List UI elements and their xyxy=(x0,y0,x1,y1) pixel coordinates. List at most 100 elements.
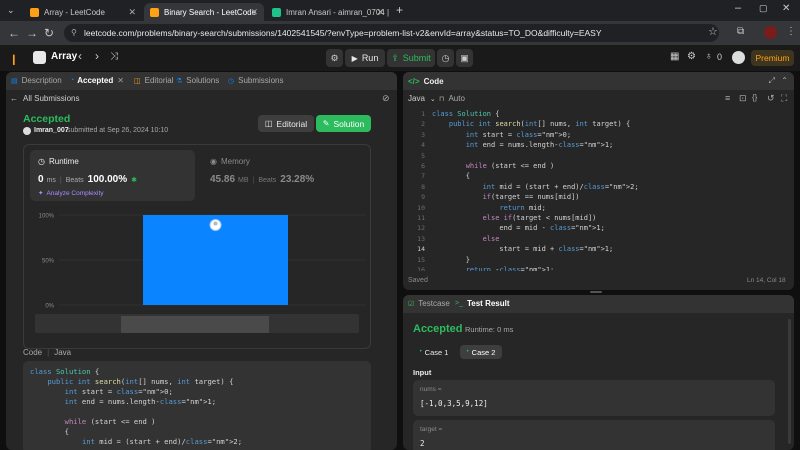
submitter-name[interactable]: Imran_007 xyxy=(34,127,69,134)
line-number: 14 xyxy=(417,245,425,254)
next-problem-icon[interactable]: › xyxy=(95,49,99,63)
new-tab-button[interactable]: + xyxy=(396,3,403,17)
line-number: 5 xyxy=(421,151,425,160)
notes-icon[interactable]: ▣ xyxy=(456,49,473,67)
braces-icon[interactable]: {} xyxy=(752,93,757,102)
range-slider-thumb[interactable] xyxy=(121,316,269,333)
tab-label: Testcase xyxy=(418,299,450,308)
language-select[interactable]: Java ⌄ xyxy=(408,94,436,103)
close-icon[interactable]: ✕ xyxy=(250,7,258,18)
memory-box[interactable]: ◉ Memory 45.86 MB | Beats 23.28% xyxy=(202,150,366,201)
profile-favicon xyxy=(272,7,281,17)
scrollbar[interactable] xyxy=(788,319,791,444)
memory-header: ◉ Memory xyxy=(210,157,250,166)
link-icon[interactable]: ⊘ xyxy=(382,93,390,104)
reset-icon[interactable]: ↺ xyxy=(767,93,775,104)
tab-test-result[interactable]: >_ Test Result xyxy=(455,299,510,308)
shuffle-icon[interactable]: ⤨ xyxy=(110,51,118,62)
editor-code-area[interactable]: 1 class Solution {2 public int search(int… xyxy=(403,109,794,271)
leetcode-top-nav: ꞁ Array ‹ › ⤨ ⚙ ▶ Run ⇪ Submit ◷ ▣ ▦ ⚙ ♁… xyxy=(0,45,800,71)
code-line: { xyxy=(432,172,470,181)
minimize-button[interactable]: – xyxy=(735,2,741,14)
extensions-icon[interactable]: ⧉ xyxy=(737,26,744,37)
divider: | xyxy=(47,348,50,357)
runtime-beats: 100.00% xyxy=(87,174,128,185)
browser-menu-icon[interactable]: ⋮ xyxy=(786,26,796,37)
solution-label: Solution xyxy=(333,118,365,129)
browser-tab-profile[interactable]: Imran Ansari - aimran_0704 | H ✕ xyxy=(266,3,390,21)
editorial-label: Editorial xyxy=(276,118,308,129)
settings-gear-icon[interactable]: ⚙ xyxy=(687,51,696,62)
reload-icon[interactable]: ↻ xyxy=(44,26,54,40)
close-icon[interactable]: ✕ xyxy=(376,7,384,18)
debug-button[interactable]: ⚙ xyxy=(326,49,343,67)
case-label: Case 1 xyxy=(424,347,449,357)
code-brackets-icon: </> xyxy=(408,76,420,86)
close-icon[interactable]: ✕ xyxy=(128,7,136,18)
bookmark-icon[interactable]: ⊡ xyxy=(739,93,747,104)
run-button[interactable]: ▶ Run xyxy=(345,49,385,67)
tab-search-icon[interactable]: ⌄ xyxy=(7,5,15,16)
stats-card: ◷ Runtime 0 ms | Beats 100.00% ✱ ✦ Analy… xyxy=(23,144,371,349)
premium-button[interactable]: Premium xyxy=(751,50,794,66)
runtime-unit: ms xyxy=(46,177,56,184)
nums-input-box: nums = [-1,0,3,5,9,12] xyxy=(413,380,775,416)
tab-testcase[interactable]: ☑ Testcase xyxy=(408,299,450,308)
line-number: 11 xyxy=(417,214,425,222)
description-icon: ▤ xyxy=(11,77,18,85)
timer-icon[interactable]: ◷ xyxy=(437,49,454,67)
case-2-tab[interactable]: • Case 2 xyxy=(460,345,502,359)
layout-icon[interactable]: ▦ xyxy=(670,51,679,62)
code-line: int end = nums.length-class="nm">1; xyxy=(465,141,614,150)
collapse-icon[interactable]: ⌃ xyxy=(781,76,788,85)
close-icon[interactable]: ✕ xyxy=(117,76,124,85)
analyze-complexity-link[interactable]: ✦ Analyze Complexity xyxy=(38,189,104,198)
y-tick-label: 50% xyxy=(42,259,55,265)
leetcode-logo-icon[interactable]: ꞁ xyxy=(12,50,24,65)
tab-solutions[interactable]: ⚗ Solutions xyxy=(176,76,219,85)
tab-accepted[interactable]: ◔ Accepted ✕ xyxy=(70,76,124,85)
vertical-resize-handle[interactable] xyxy=(590,291,602,293)
terminal-icon: >_ xyxy=(455,300,463,307)
prev-problem-icon[interactable]: ‹ xyxy=(78,49,82,63)
editorial-button[interactable]: ◫ Editorial xyxy=(258,115,314,132)
browser-tab-binary-search[interactable]: Binary Search - LeetCode ✕ xyxy=(144,3,264,21)
solution-button[interactable]: ✎ Solution xyxy=(316,115,371,132)
forward-arrow-icon[interactable]: → xyxy=(26,26,38,40)
saved-status: Saved xyxy=(408,277,428,284)
auto-mode-toggle[interactable]: ⊓ Auto xyxy=(439,94,465,103)
code-line: int mid = (start + end)/class="nm">2; xyxy=(482,182,639,191)
profile-avatar[interactable] xyxy=(764,26,777,39)
url-field[interactable]: ⚲ leetcode.com/problems/binary-search/su… xyxy=(64,24,719,42)
tab-editorial[interactable]: ◫ Editorial xyxy=(134,76,174,85)
browser-tab-array[interactable]: Array - LeetCode ✕ xyxy=(24,3,142,21)
user-avatar[interactable] xyxy=(732,51,745,64)
fullscreen-icon[interactable]: ⛶ xyxy=(781,93,787,104)
back-arrow-icon[interactable]: ← xyxy=(8,26,20,40)
address-bar: ← → ↻ ⚲ leetcode.com/problems/binary-sea… xyxy=(0,21,800,45)
bookmark-star-icon[interactable]: ☆ xyxy=(708,25,718,38)
clock-icon: ◷ xyxy=(228,77,235,85)
tab-title: Binary Search - LeetCode xyxy=(164,7,257,17)
tab-submissions[interactable]: ◷ Submissions xyxy=(228,76,283,85)
submitter-avatar xyxy=(23,127,31,135)
line-number: 3 xyxy=(421,130,425,139)
line-number: 4 xyxy=(421,141,425,150)
line-number: 10 xyxy=(417,203,425,212)
maximize-button[interactable]: ▢ xyxy=(759,3,768,14)
site-info-icon[interactable]: ⚲ xyxy=(71,24,77,42)
window-close-button[interactable]: ✕ xyxy=(782,3,790,14)
case-1-tab[interactable]: • Case 1 xyxy=(413,345,455,359)
line-number: 12 xyxy=(417,224,425,233)
problem-list-title[interactable]: Array xyxy=(51,51,77,62)
all-submissions-link[interactable]: ← All Submissions xyxy=(10,94,79,103)
code-line: return mid; xyxy=(499,203,546,212)
tab-description[interactable]: ▤ Description xyxy=(11,76,62,85)
format-icon[interactable]: ≡ xyxy=(725,93,730,103)
line-number: 9 xyxy=(421,193,425,202)
streak-flame-icon[interactable]: ♁ xyxy=(705,51,713,62)
runtime-box[interactable]: ◷ Runtime 0 ms | Beats 100.00% ✱ ✦ Analy… xyxy=(30,150,195,201)
chip-icon: ◉ xyxy=(210,157,217,166)
submit-button[interactable]: ⇪ Submit xyxy=(387,49,435,67)
maximize-icon[interactable]: ⤢ xyxy=(769,76,775,86)
